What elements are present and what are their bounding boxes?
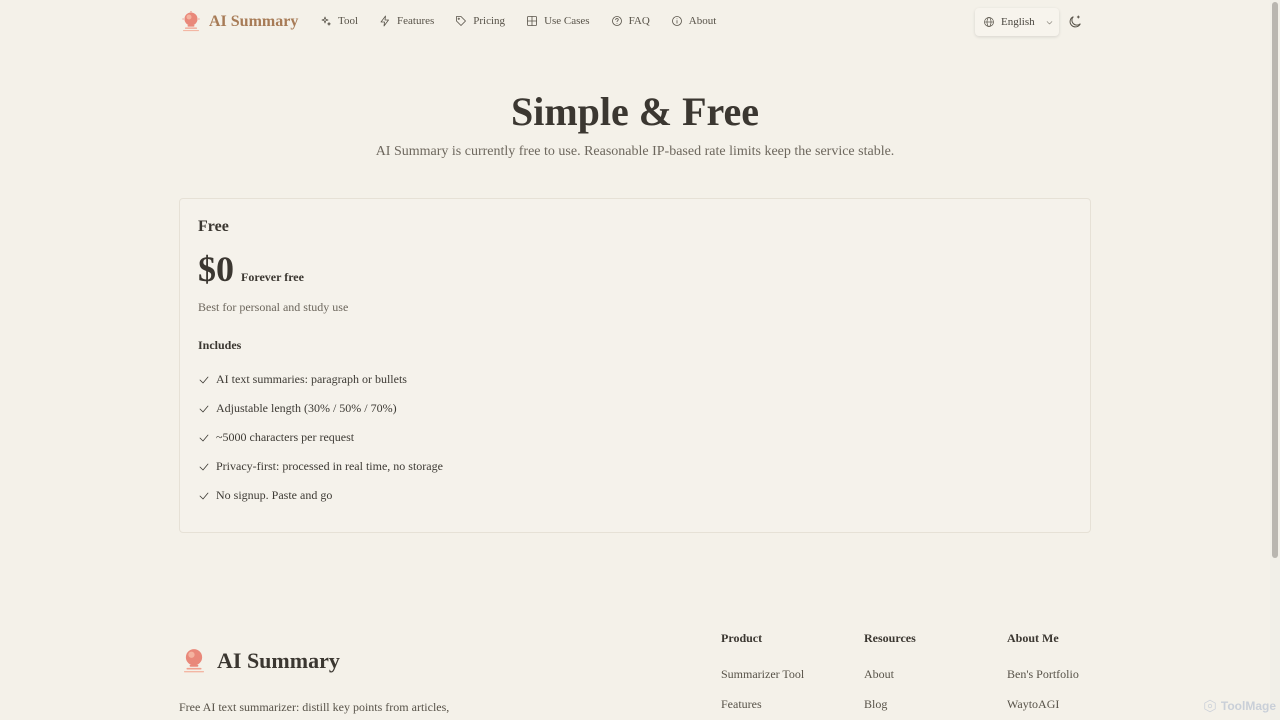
feature-item: ~5000 characters per request [198,423,443,452]
includes-heading: Includes [198,338,242,352]
nav-label: FAQ [628,15,650,27]
plan-description: Best for personal and study use [198,300,349,314]
help-circle-icon [611,16,622,26]
feature-text: AI text summaries: paragraph or bullets [216,372,407,386]
scrollbar[interactable] [1270,0,1280,720]
nav-label: Features [397,15,435,27]
page-title: Simple & Free [510,89,760,134]
footer-column-resources: Resources About Blog [864,631,916,720]
feature-item: Privacy-first: processed in real time, n… [198,452,443,481]
sparkles-icon [321,16,331,26]
footer-link-waytoagi[interactable]: WaytoAGI [1007,697,1079,720]
nav-item-faq[interactable]: FAQ [611,15,650,27]
footer-link-about[interactable]: About [864,667,916,697]
bolt-icon [380,15,389,27]
lightbulb-logo-icon [184,649,204,673]
scrollbar-thumb[interactable] [1272,2,1278,558]
price-row: $0 Forever free [198,248,304,290]
price-note: Forever free [241,270,304,284]
lightbulb-logo-icon [182,11,200,32]
footer-link-portfolio[interactable]: Ben's Portfolio [1007,667,1079,697]
language-label: English [1001,16,1035,28]
nav-item-tool[interactable]: Tool [320,15,358,27]
check-icon [199,463,209,470]
footer-column-about-me: About Me Ben's Portfolio WaytoAGI [1007,631,1079,720]
footer-column-product: Product Summarizer Tool Features [721,631,804,720]
feature-text: Privacy-first: processed in real time, n… [216,459,443,473]
plan-price: $0 [198,249,234,289]
footer-column-title: About Me [1007,631,1059,645]
nav-label: Pricing [473,15,506,27]
feature-text: No signup. Paste and go [216,488,333,502]
footer-column-title: Product [721,631,763,645]
footer-link-summarizer-tool[interactable]: Summarizer Tool [721,667,804,697]
feature-item: AI text summaries: paragraph or bullets [198,365,443,394]
page: AI Summary Tool Features Pricing Use Cas… [0,0,1270,720]
check-icon [199,492,209,499]
footer-link-features[interactable]: Features [721,697,804,720]
moon-icon [1069,15,1081,28]
nav-label: Use Cases [544,15,590,27]
page-subtitle: AI Summary is currently free to use. Rea… [375,144,895,159]
grid-icon [527,16,537,26]
watermark-text: ToolMage [1220,699,1276,713]
feature-item: No signup. Paste and go [198,481,443,510]
brand-name: AI Summary [209,13,299,30]
check-icon [199,434,209,441]
hexagon-icon [1204,699,1216,713]
info-icon [671,16,682,26]
theme-toggle-button[interactable] [1067,14,1085,32]
footer-description: Free AI text summarizer: distill key poi… [179,700,450,714]
feature-item: Adjustable length (30% / 50% / 70%) [198,394,443,423]
feature-list: AI text summaries: paragraph or bullets … [198,365,443,510]
pricing-card: Free $0 Forever free Best for personal a… [179,198,1091,533]
chevron-down-icon [1046,20,1052,24]
feature-text: Adjustable length (30% / 50% / 70%) [216,401,397,415]
tag-icon [456,16,467,26]
nav-label: Tool [338,15,359,27]
nav-label: About [688,15,717,27]
language-select[interactable]: English [975,8,1059,36]
main-nav: Tool Features Pricing Use Cases FAQ Abou… [320,15,716,27]
footer-link-blog[interactable]: Blog [864,697,916,720]
footer-brand-name: AI Summary [217,648,340,673]
feature-text: ~5000 characters per request [216,430,355,444]
site-header: AI Summary Tool Features Pricing Use Cas… [179,0,1091,44]
check-icon [199,405,209,412]
nav-item-use-cases[interactable]: Use Cases [526,15,590,27]
watermark: ToolMage [1203,699,1276,713]
nav-item-features[interactable]: Features [379,15,434,27]
footer-brand[interactable]: AI Summary [179,646,340,676]
nav-item-about[interactable]: About [671,15,717,27]
brand-link[interactable]: AI Summary [179,10,298,34]
plan-name: Free [198,218,229,235]
nav-item-pricing[interactable]: Pricing [455,15,505,27]
globe-icon [984,17,994,27]
check-icon [199,376,209,383]
footer-column-title: Resources [864,631,916,645]
